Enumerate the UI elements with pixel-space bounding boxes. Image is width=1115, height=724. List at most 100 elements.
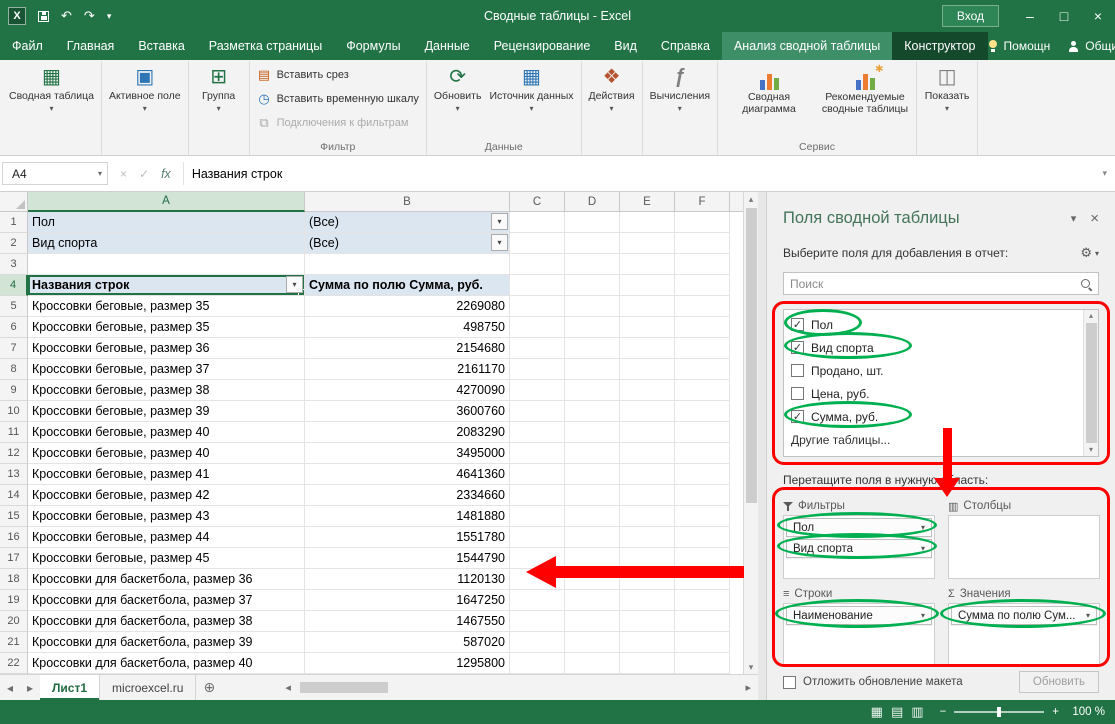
cell-column-a[interactable]: Кроссовки беговые, размер 36	[28, 338, 305, 359]
cell-empty[interactable]	[620, 569, 675, 590]
cell-empty[interactable]	[510, 485, 565, 506]
column-header-f[interactable]: F	[675, 192, 730, 212]
cell-empty[interactable]	[565, 590, 620, 611]
ribbon-tab[interactable]: Рецензирование	[482, 32, 603, 60]
cell-empty[interactable]	[565, 212, 620, 233]
cell-empty[interactable]	[565, 443, 620, 464]
row-header[interactable]: 5	[0, 296, 28, 317]
cell-column-b[interactable]: 2161170	[305, 359, 510, 380]
cell-empty[interactable]	[510, 359, 565, 380]
pivot-chart-button[interactable]: Сводная диаграмма	[721, 61, 817, 140]
ribbon-tab[interactable]: Файл	[0, 32, 55, 60]
cell-empty[interactable]	[565, 548, 620, 569]
cell-column-a[interactable]: Кроссовки для баскетбола, размер 38	[28, 611, 305, 632]
cell-column-b[interactable]: 2269080	[305, 296, 510, 317]
cell-column-b[interactable]: 1120130	[305, 569, 510, 590]
save-icon[interactable]	[38, 11, 49, 22]
cell-empty[interactable]	[620, 317, 675, 338]
cell-empty[interactable]	[565, 653, 620, 674]
cell-column-b[interactable]: 2083290	[305, 422, 510, 443]
cell-empty[interactable]	[510, 548, 565, 569]
field-list-scroll-thumb[interactable]	[1086, 323, 1097, 443]
cell-empty[interactable]	[620, 632, 675, 653]
field-item[interactable]: Цена, руб.	[787, 382, 1080, 405]
cell-empty[interactable]	[675, 506, 730, 527]
cell-empty[interactable]	[565, 233, 620, 254]
cell-empty[interactable]	[565, 485, 620, 506]
cell-empty[interactable]	[620, 464, 675, 485]
cell-empty[interactable]	[510, 254, 565, 275]
defer-layout-checkbox[interactable]	[783, 676, 796, 689]
formula-input[interactable]: Названия строк	[183, 162, 1095, 185]
cell-empty[interactable]	[620, 590, 675, 611]
cell-column-b[interactable]: 1551780	[305, 527, 510, 548]
cell-column-a[interactable]: Кроссовки для баскетбола, размер 37	[28, 590, 305, 611]
pivot-table-button[interactable]: Сводная таблица	[5, 61, 98, 140]
row-header[interactable]: 2	[0, 233, 28, 254]
filter-dropdown-icon[interactable]	[491, 213, 508, 230]
field-settings-button[interactable]	[1080, 245, 1099, 261]
ribbon-tab[interactable]: Вид	[602, 32, 649, 60]
cell-empty[interactable]	[510, 233, 565, 254]
cell-empty[interactable]	[675, 611, 730, 632]
filter-dropdown-icon[interactable]	[491, 234, 508, 251]
select-all-corner[interactable]	[0, 192, 28, 212]
cell-empty[interactable]	[510, 611, 565, 632]
row-header[interactable]: 12	[0, 443, 28, 464]
redo-button[interactable]	[84, 9, 95, 23]
cancel-entry-icon[interactable]	[120, 167, 127, 181]
cell-empty[interactable]	[620, 422, 675, 443]
horizontal-scroll-thumb[interactable]	[300, 682, 388, 693]
cell-empty[interactable]	[510, 569, 565, 590]
ribbon-tab[interactable]: Данные	[413, 32, 482, 60]
scroll-down-icon[interactable]	[1089, 444, 1093, 456]
field-chip[interactable]: Наименование	[786, 606, 932, 625]
cell-empty[interactable]	[675, 527, 730, 548]
scroll-down-icon[interactable]	[749, 660, 754, 674]
cell-empty[interactable]	[620, 401, 675, 422]
ribbon-tab[interactable]: Конструктор	[892, 32, 987, 60]
cell-empty[interactable]	[675, 359, 730, 380]
close-button[interactable]	[1081, 0, 1115, 32]
row-header[interactable]: 18	[0, 569, 28, 590]
zoom-level[interactable]: 100 %	[1067, 706, 1105, 718]
cell-column-b[interactable]: 3495000	[305, 443, 510, 464]
zoom-slider-thumb[interactable]	[997, 707, 1001, 717]
cell-empty[interactable]	[565, 275, 620, 296]
cell-empty[interactable]	[675, 317, 730, 338]
cell-empty[interactable]	[510, 422, 565, 443]
cell-column-b[interactable]: 3600760	[305, 401, 510, 422]
ribbon-tab[interactable]: Анализ сводной таблицы	[722, 32, 892, 60]
cell-column-a[interactable]: Кроссовки беговые, размер 42	[28, 485, 305, 506]
sheet-nav-right-icon[interactable]	[20, 675, 40, 700]
row-header[interactable]: 4	[0, 275, 28, 296]
row-header[interactable]: 13	[0, 464, 28, 485]
column-header-a[interactable]: A	[28, 192, 305, 212]
vertical-scrollbar[interactable]	[743, 192, 758, 674]
field-checkbox[interactable]	[791, 341, 804, 354]
column-header-b[interactable]: B	[305, 192, 510, 212]
row-header[interactable]: 15	[0, 506, 28, 527]
field-checkbox[interactable]	[791, 364, 804, 377]
actions-button[interactable]: Действия	[585, 61, 639, 140]
cell-column-a[interactable]: Кроссовки беговые, размер 38	[28, 380, 305, 401]
row-header[interactable]: 16	[0, 527, 28, 548]
cell-empty[interactable]	[675, 254, 730, 275]
insert-slicer-button[interactable]: Вставить срез	[253, 64, 423, 86]
refresh-button[interactable]: Обновить	[430, 61, 486, 140]
cell-empty[interactable]	[565, 569, 620, 590]
cell-column-a[interactable]: Кроссовки беговые, размер 37	[28, 359, 305, 380]
group-button[interactable]: Группа	[192, 61, 246, 140]
help-button[interactable]: Помощн	[988, 39, 1051, 53]
column-header-d[interactable]: D	[565, 192, 620, 212]
update-button[interactable]: Обновить	[1019, 671, 1099, 693]
scroll-left-icon[interactable]	[282, 681, 294, 694]
add-sheet-button[interactable]	[196, 675, 222, 700]
field-item[interactable]: Сумма, руб.	[787, 405, 1080, 428]
cell-empty[interactable]	[510, 380, 565, 401]
scroll-up-icon[interactable]	[1089, 310, 1093, 322]
cell-column-a[interactable]: Названия строк	[28, 275, 305, 296]
vertical-scroll-thumb[interactable]	[746, 208, 757, 503]
row-header[interactable]: 11	[0, 422, 28, 443]
columns-dropzone[interactable]	[948, 515, 1100, 579]
